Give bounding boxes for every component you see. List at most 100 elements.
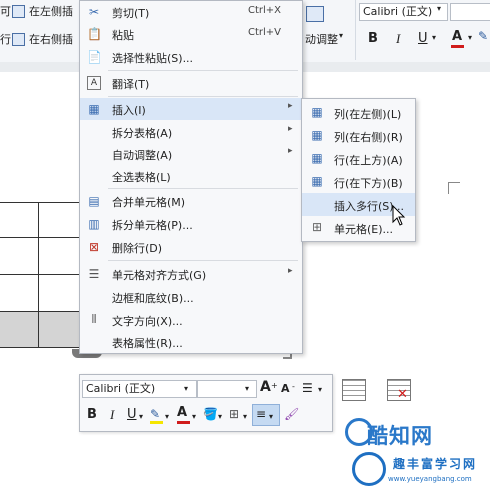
submenu-item-col-left[interactable]: ▦ 列(在左侧)(L) <box>302 101 415 124</box>
submenu-arrow-icon: ▸ <box>288 124 293 134</box>
mini-font-color-bar <box>177 421 190 424</box>
shading-dropdown-icon[interactable]: ▾ <box>218 409 222 425</box>
split-cells-icon: ▥ <box>88 217 100 231</box>
menu-item-shortcut: Ctrl+V <box>248 27 282 38</box>
insert-col-left-icon: ▦ <box>311 105 323 119</box>
menu-item-autofit[interactable]: 自动调整(A) ▸ <box>80 143 302 165</box>
ribbon-underline-button[interactable]: U <box>418 31 428 46</box>
watermark-wifi-icon <box>352 452 386 486</box>
mini-bold-button[interactable]: B <box>87 407 97 423</box>
menu-item-label: 剪切(T) <box>112 7 150 20</box>
submenu-item-label: 行(在下方)(B) <box>334 177 403 190</box>
menu-item-text-direction[interactable]: ⫼ 文字方向(X)... <box>80 309 302 331</box>
mini-highlight-dropdown-icon[interactable]: ▾ <box>165 409 169 425</box>
grow-font-arrow-icon: + <box>271 381 278 390</box>
menu-item-label: 单元格对齐方式(G) <box>112 269 207 282</box>
insert-row-above-icon: ▦ <box>311 151 323 165</box>
insert-right-button[interactable]: 在右侧插 <box>29 31 73 47</box>
underline-dropdown-icon[interactable]: ▾ <box>432 33 436 42</box>
shrink-font-arrow-icon: - <box>292 382 295 391</box>
menu-item-label: 粘贴 <box>112 29 134 42</box>
menu-item-borders-shading[interactable]: 边框和底纹(B)... <box>80 286 302 308</box>
borders-icon[interactable]: ⊞ <box>229 406 239 422</box>
ribbon-font-name-field[interactable]: Calibri (正文) <box>359 3 448 21</box>
watermark-brand-2: 趣丰富学习网 <box>393 457 478 471</box>
menu-item-paste-special[interactable]: 📄 选择性粘贴(S)... <box>80 46 302 68</box>
shading-icon[interactable]: 🪣 <box>203 406 218 422</box>
align-center-icon: ≡ <box>256 407 267 421</box>
menu-item-label: 拆分单元格(P)... <box>112 219 193 232</box>
insert-left-button[interactable]: 在左侧插 <box>29 3 73 19</box>
borders-dropdown-icon[interactable]: ▾ <box>243 409 247 425</box>
translate-icon: A <box>87 76 101 90</box>
menu-item-label: 边框和底纹(B)... <box>112 292 194 305</box>
submenu-item-label: 单元格(E)... <box>334 223 394 236</box>
watermark-url: www.yueyangbang.com <box>388 475 472 483</box>
font-color-dropdown-icon[interactable]: ▾ <box>468 33 472 42</box>
align-dropdown-icon[interactable]: ▾ <box>269 409 273 425</box>
grow-font-button[interactable]: A <box>260 379 271 395</box>
table-corner-mark <box>448 182 449 194</box>
menu-item-split-cells[interactable]: ▥ 拆分单元格(P)... <box>80 213 302 235</box>
line-spacing-icon[interactable]: ☰ <box>302 380 313 396</box>
insert-col-right-icon: ▦ <box>311 128 323 142</box>
submenu-item-label: 行(在上方)(A) <box>334 154 403 167</box>
table-style-icon[interactable] <box>306 6 324 22</box>
paste-special-icon: 📄 <box>87 50 102 64</box>
menu-item-label: 合并单元格(M) <box>112 196 186 209</box>
submenu-item-row-above[interactable]: ▦ 行(在上方)(A) <box>302 147 415 170</box>
mini-italic-button[interactable]: I <box>110 407 114 423</box>
mini-font-size-dropdown-icon[interactable]: ▾ <box>245 381 249 397</box>
cell-align-icon: ☰ <box>88 267 100 281</box>
menu-item-label: 拆分表格(A) <box>112 127 173 140</box>
menu-item-split-table[interactable]: 拆分表格(A) ▸ <box>80 121 302 143</box>
paste-icon: 📋 <box>87 27 102 41</box>
submenu-arrow-icon: ▸ <box>288 101 293 111</box>
menu-item-cell-alignment[interactable]: ☰ 单元格对齐方式(G) ▸ <box>80 263 302 285</box>
format-painter-icon[interactable]: 🖌 <box>284 406 299 422</box>
menu-item-table-properties[interactable]: 表格属性(R)... <box>80 331 302 353</box>
merge-cells-icon: ▤ <box>88 194 100 208</box>
ribbon-italic-button[interactable]: I <box>396 31 400 47</box>
insert-table-icon[interactable] <box>342 379 366 401</box>
menu-item-shortcut: Ctrl+X <box>248 5 282 16</box>
font-name-dropdown-icon[interactable]: ▾ <box>437 4 441 13</box>
menu-item-label: 表格属性(R)... <box>112 337 183 350</box>
menu-separator <box>108 70 298 71</box>
shrink-font-button[interactable]: A <box>281 381 290 397</box>
insert-row-below-icon: ▦ <box>311 174 323 188</box>
autofit-dropdown-icon[interactable]: ▾ <box>339 31 343 40</box>
insert-right-icon <box>12 33 25 46</box>
mini-font-color-button[interactable]: A <box>177 405 187 421</box>
table-corner-mark <box>448 182 460 183</box>
mini-toolbar: Calibri (正文) ▾ ▾ A + A - ☰ ▾ B I U ▾ ✎ ▾… <box>79 374 411 432</box>
mini-font-name-dropdown-icon[interactable]: ▾ <box>184 381 188 397</box>
ribbon-font-size-field[interactable] <box>450 3 490 21</box>
submenu-item-col-right[interactable]: ▦ 列(在右侧)(R) <box>302 124 415 147</box>
ribbon-bold-button[interactable]: B <box>368 31 378 46</box>
submenu-item-row-below[interactable]: ▦ 行(在下方)(B) <box>302 170 415 193</box>
line-spacing-dropdown-icon[interactable]: ▾ <box>318 382 322 398</box>
ribbon-divider <box>355 0 356 60</box>
menu-item-cut[interactable]: ✂ 剪切(T) Ctrl+X <box>80 1 302 23</box>
submenu-arrow-icon: ▸ <box>288 266 293 276</box>
menu-item-paste[interactable]: 📋 粘贴 Ctrl+V <box>80 23 302 45</box>
mini-underline-dropdown-icon[interactable]: ▾ <box>139 409 143 425</box>
table-insert-icon: ▦ <box>88 102 100 116</box>
ribbon-row2-text: 行 <box>0 33 11 46</box>
mini-underline-button[interactable]: U <box>127 407 137 423</box>
ribbon-font-color-button[interactable]: A <box>452 29 462 44</box>
mini-highlight-icon[interactable]: ✎ <box>150 406 160 422</box>
menu-item-label: 插入(I) <box>112 104 146 117</box>
mini-font-color-dropdown-icon[interactable]: ▾ <box>192 409 196 425</box>
autofit-button[interactable]: 动调整 <box>305 31 338 47</box>
menu-item-translate[interactable]: A 翻译(T) <box>80 72 302 94</box>
mini-font-name-field[interactable]: Calibri (正文) <box>82 380 197 398</box>
table-col-line <box>38 202 39 348</box>
menu-item-delete-row[interactable]: ⊠ 删除行(D) <box>80 236 302 258</box>
delete-x-icon: ✕ <box>397 387 408 402</box>
menu-item-select-table[interactable]: 全选表格(L) <box>80 165 302 187</box>
highlight-icon[interactable]: ✎ <box>478 29 488 43</box>
menu-item-insert[interactable]: ▦ 插入(I) ▸ <box>80 98 302 120</box>
menu-item-merge-cells[interactable]: ▤ 合并单元格(M) <box>80 190 302 212</box>
